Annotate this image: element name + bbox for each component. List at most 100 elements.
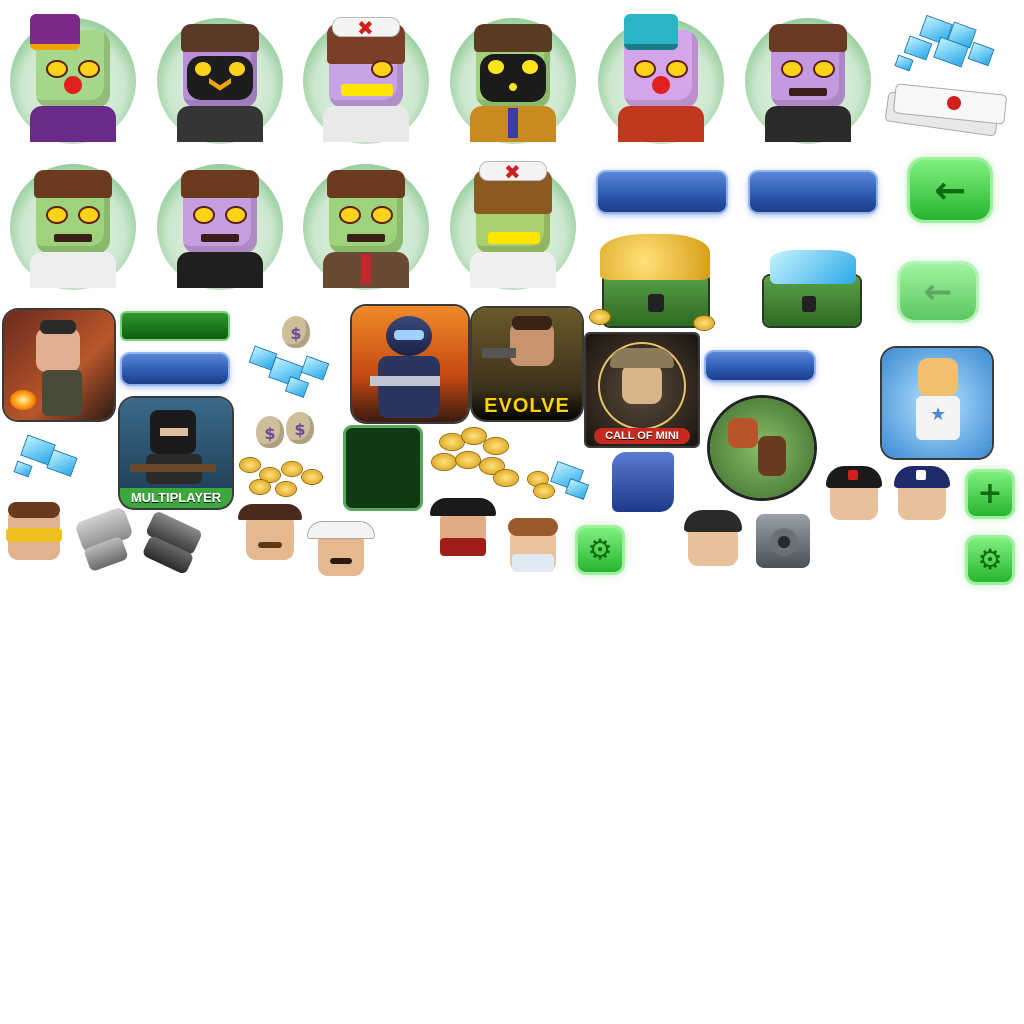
hair xyxy=(508,518,558,536)
gear-icon: ⚙ xyxy=(977,543,1003,576)
arrow-left-icon: ← xyxy=(934,168,966,212)
avatar-masked-doctor[interactable] xyxy=(502,516,564,582)
top-hat-icon xyxy=(30,14,80,50)
bandana-icon xyxy=(440,538,486,556)
zombie-mouth xyxy=(201,234,239,242)
cap-logo xyxy=(848,470,858,480)
avatar-kid-red-cap[interactable] xyxy=(822,462,886,528)
mask-lens xyxy=(229,62,245,76)
zombie-hair xyxy=(769,24,847,52)
avatar-gasmask-zombie[interactable] xyxy=(157,14,283,144)
dino-icon xyxy=(728,418,758,448)
avatar-mobster-white-hat[interactable] xyxy=(306,514,374,580)
coin-pile-icon xyxy=(430,424,520,490)
game-tile-call-of-mini[interactable]: CALL OF MINI xyxy=(586,334,698,446)
fighter-body xyxy=(758,436,786,476)
gold-chest-icon xyxy=(590,230,720,330)
gatling-gun-icon xyxy=(750,506,814,574)
glowing-mouth xyxy=(488,232,540,244)
zombie-body xyxy=(765,106,851,142)
avatar-zombie-green-brown-suit[interactable] xyxy=(303,160,429,290)
avatar-nurse-zombie-green[interactable]: ✖ xyxy=(450,160,576,290)
gems-small-icon xyxy=(10,430,84,486)
add-button[interactable]: + xyxy=(968,472,1012,516)
avatar-nurse-zombie-purple[interactable]: ✖ xyxy=(303,14,429,144)
blue-panel-bar xyxy=(122,354,228,384)
blue-panel-bar xyxy=(706,352,814,380)
green-square-panel xyxy=(346,428,420,508)
glowing-mouth xyxy=(341,84,393,96)
star-icon: ★ xyxy=(930,404,947,425)
avatar-clown-zombie[interactable] xyxy=(10,14,136,144)
zombie-eye xyxy=(227,208,245,222)
face xyxy=(318,532,364,576)
clown-nose xyxy=(64,76,82,94)
avatar-goggles-guy[interactable] xyxy=(2,498,66,568)
sheriff-head xyxy=(622,364,662,404)
hair xyxy=(8,502,60,518)
blue-weapon-icon xyxy=(612,452,674,512)
avatar-clown-zombie-blue[interactable] xyxy=(598,14,724,144)
money-bag-gems-icon: $ xyxy=(248,312,334,398)
zombie-body xyxy=(177,106,263,142)
money-bag-icon: $ xyxy=(282,316,310,348)
zombie-mouth xyxy=(54,234,92,242)
gem-chest-icon xyxy=(754,236,864,328)
blue-panel-bar xyxy=(598,172,726,212)
back-button-pressed[interactable]: ← xyxy=(900,264,976,320)
back-button[interactable]: ← xyxy=(910,160,990,220)
clown-nose xyxy=(652,76,670,94)
zombie-eye xyxy=(341,208,359,222)
avatar-zombie-green-shirt[interactable] xyxy=(10,160,136,290)
weapon-part-dark-icon xyxy=(140,510,206,576)
zombie-tie xyxy=(508,108,518,138)
settings-button[interactable]: ⚙ xyxy=(578,528,622,572)
mustache-icon xyxy=(258,542,282,548)
zombie-hair xyxy=(327,170,405,198)
game-tile-multiplayer[interactable]: MULTIPLAYER xyxy=(120,398,232,508)
soldier-hair xyxy=(512,316,552,330)
sheriff-hat-icon xyxy=(610,348,674,368)
zombie-mouth xyxy=(789,88,827,96)
avatar-kid-navy-cap[interactable] xyxy=(890,462,954,528)
gas-mask-icon xyxy=(187,56,253,100)
zombie-hair xyxy=(181,24,259,52)
baseball-cap-icon xyxy=(684,510,742,532)
zombie-eye xyxy=(80,208,98,222)
eye-slit xyxy=(160,428,188,436)
tile-label-multiplayer: MULTIPLAYER xyxy=(120,488,232,508)
muzzle-flash-icon xyxy=(10,390,36,410)
green-panel-bar xyxy=(122,313,228,339)
rifle-icon xyxy=(370,376,440,386)
cross-icon: ✖ xyxy=(504,160,521,184)
visor xyxy=(394,330,424,340)
avatar-bandit-black-hat[interactable] xyxy=(428,494,498,562)
tile-label-call-of-mini: CALL OF MINI xyxy=(594,428,690,444)
game-tile-star-kid[interactable]: ★ xyxy=(882,348,992,458)
zombie-eye xyxy=(636,62,654,76)
avatar-gasmask-zombie-suit[interactable] xyxy=(450,14,576,144)
zombie-eye xyxy=(815,62,833,76)
cap-logo xyxy=(916,470,926,480)
zombie-hair xyxy=(474,24,552,52)
mustache-icon xyxy=(330,558,352,564)
zombie-hair xyxy=(34,170,112,198)
money-bag-icon: $ xyxy=(286,412,314,444)
avatar-cowboy[interactable] xyxy=(236,498,304,568)
game-tile-soldier-fire[interactable] xyxy=(4,310,114,420)
gear-icon: ⚙ xyxy=(587,533,613,566)
mask-lens xyxy=(522,60,538,74)
game-tile-armored-soldier[interactable] xyxy=(352,306,468,422)
fedora-icon xyxy=(308,522,374,538)
avatar-zombie-purple-black-suit[interactable] xyxy=(157,160,283,290)
soldier-body xyxy=(378,356,440,418)
mask-lens xyxy=(195,62,211,76)
cowboy-hat-icon xyxy=(430,498,496,516)
avatar-kid-ny-cap[interactable] xyxy=(682,506,744,572)
arrow-left-icon: ← xyxy=(923,272,953,312)
zombie-eye xyxy=(48,208,66,222)
game-tile-evolve[interactable]: EVOLVE xyxy=(472,308,582,420)
settings-button-2[interactable]: ⚙ xyxy=(968,538,1012,582)
avatar-zombie-purple-suit[interactable] xyxy=(745,14,871,144)
dino-fighter-badge[interactable] xyxy=(710,398,814,498)
